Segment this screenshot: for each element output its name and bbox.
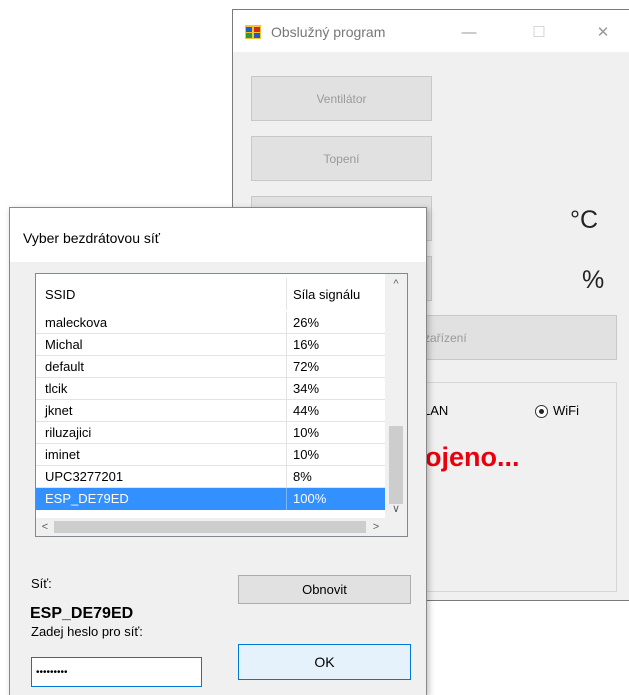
network-label: Síť: xyxy=(31,576,52,591)
signal-cell: 8% xyxy=(293,469,312,484)
heating-button-label: Topení xyxy=(323,151,360,166)
scroll-left-icon[interactable]: < xyxy=(36,518,54,536)
list-item[interactable]: riluzajici 10% xyxy=(36,422,385,444)
minimize-button[interactable]: — xyxy=(449,19,489,45)
list-item[interactable]: jknet 44% xyxy=(36,400,385,422)
scroll-down-icon[interactable]: ∨ xyxy=(385,498,407,518)
main-title-bar: Obslužný program — ☐ ✕ xyxy=(233,10,629,52)
column-separator[interactable] xyxy=(286,278,287,310)
scrollbar-corner xyxy=(385,518,407,536)
ssid-cell: Michal xyxy=(45,337,83,352)
ssid-cell: iminet xyxy=(45,447,80,462)
column-header-signal[interactable]: Síla signálu xyxy=(293,274,360,312)
refresh-button-label: Obnovit xyxy=(302,582,347,597)
column-divider xyxy=(286,378,287,400)
radio-selected-dot xyxy=(539,409,544,414)
list-item[interactable]: iminet 10% xyxy=(36,444,385,466)
signal-cell: 34% xyxy=(293,381,320,396)
list-header: SSID Síla signálu xyxy=(36,274,385,312)
selected-network-name: ESP_DE79ED xyxy=(30,605,134,622)
column-divider xyxy=(286,466,287,488)
horizontal-scrollbar[interactable]: < > xyxy=(36,518,385,536)
column-divider xyxy=(286,334,287,356)
column-divider xyxy=(286,356,287,378)
close-button[interactable]: ✕ xyxy=(583,19,623,45)
close-icon: ✕ xyxy=(596,24,610,41)
list-item[interactable]: UPC3277201 8% xyxy=(36,466,385,488)
column-divider xyxy=(286,488,287,510)
vertical-scroll-thumb[interactable] xyxy=(389,426,403,504)
humidity-unit: % xyxy=(582,266,605,294)
list-item[interactable]: Michal 16% xyxy=(36,334,385,356)
signal-cell: 100% xyxy=(293,491,327,506)
signal-cell: 16% xyxy=(293,337,320,352)
column-header-ssid[interactable]: SSID xyxy=(45,274,75,312)
dialog-title: Vyber bezdrátovou síť xyxy=(23,230,161,246)
signal-cell: 72% xyxy=(293,359,320,374)
maximize-icon: ☐ xyxy=(532,24,546,41)
scroll-up-icon[interactable]: ^ xyxy=(385,274,407,294)
ok-button-label: OK xyxy=(314,654,335,670)
fan-button[interactable]: Ventilátor xyxy=(251,76,432,121)
list-item[interactable]: ESP_DE79ED 100% xyxy=(36,488,385,510)
minimize-icon: — xyxy=(461,23,477,41)
signal-cell: 44% xyxy=(293,403,320,418)
ok-button[interactable]: OK xyxy=(238,644,411,680)
maximize-button[interactable]: ☐ xyxy=(519,19,559,45)
signal-cell: 10% xyxy=(293,447,320,462)
ssid-cell: tlcik xyxy=(45,381,68,396)
password-label: Zadej heslo pro síť: xyxy=(31,624,143,639)
wifi-dialog: Vyber bezdrátovou síť SSID Síla signálu … xyxy=(9,207,427,695)
ssid-cell: UPC3277201 xyxy=(45,469,124,484)
signal-cell: 26% xyxy=(293,315,320,330)
ssid-cell: maleckova xyxy=(45,315,108,330)
scroll-right-icon[interactable]: > xyxy=(367,518,385,536)
column-divider xyxy=(286,312,287,334)
list-item[interactable]: default 72% xyxy=(36,356,385,378)
ssid-cell: riluzajici xyxy=(45,425,92,440)
main-window-title: Obslužný program xyxy=(271,24,386,40)
ssid-cell: default xyxy=(45,359,85,374)
fan-button-label: Ventilátor xyxy=(316,91,367,106)
device-button-label: zařízení xyxy=(424,330,467,345)
column-divider xyxy=(286,422,287,444)
temperature-unit: °C xyxy=(570,206,599,234)
list-item[interactable]: maleckova 26% xyxy=(36,312,385,334)
connection-status: ojeno... xyxy=(425,442,520,472)
list-item[interactable]: tlcik 34% xyxy=(36,378,385,400)
horizontal-scroll-thumb[interactable] xyxy=(54,521,366,533)
heating-button[interactable]: Topení xyxy=(251,136,432,181)
vertical-scrollbar[interactable]: ^ ∨ xyxy=(385,274,407,518)
ssid-cell: jknet xyxy=(45,403,73,418)
wifi-radio[interactable] xyxy=(535,405,548,418)
signal-cell: 10% xyxy=(293,425,320,440)
wifi-radio-label[interactable]: WiFi xyxy=(553,403,579,418)
column-divider xyxy=(286,400,287,422)
ssid-cell: ESP_DE79ED xyxy=(45,491,129,506)
refresh-button[interactable]: Obnovit xyxy=(238,575,411,604)
app-icon xyxy=(245,25,261,39)
password-field[interactable] xyxy=(31,657,202,687)
column-divider xyxy=(286,444,287,466)
dialog-title-bar: Vyber bezdrátovou síť xyxy=(10,208,426,262)
network-list[interactable]: SSID Síla signálu maleckova 26% Michal 16% d… xyxy=(35,273,408,537)
